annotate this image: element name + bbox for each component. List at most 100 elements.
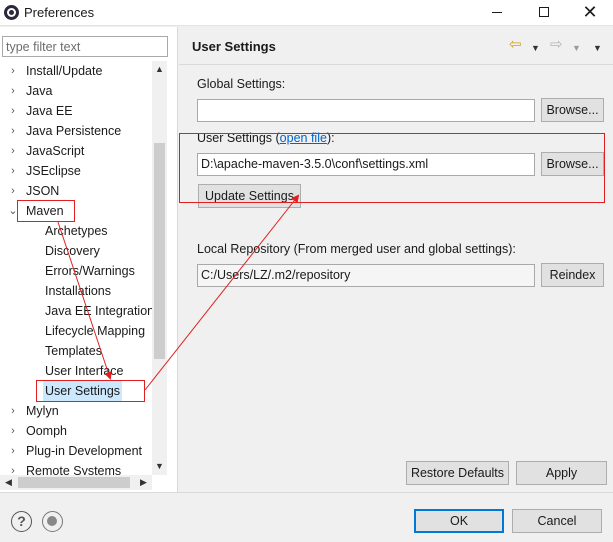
- tree-item-label: Installations: [45, 284, 112, 298]
- tree-item-label: JSON: [26, 184, 60, 198]
- user-settings-label-text: User Settings (: [197, 131, 280, 145]
- chevron-right-icon[interactable]: ›: [7, 141, 19, 161]
- restore-defaults-button[interactable]: Restore Defaults: [406, 461, 509, 485]
- tree-item[interactable]: › JavaScript: [0, 141, 152, 161]
- global-settings-field[interactable]: [197, 99, 535, 122]
- tree-item[interactable]: › Remote Systems: [0, 461, 152, 475]
- scroll-down-icon[interactable]: ▼: [152, 458, 167, 475]
- tree-item-label: Oomph: [26, 424, 67, 438]
- tree-item-label: Discovery: [45, 244, 100, 258]
- tree-item[interactable]: › Oomph: [0, 421, 152, 441]
- global-browse-button[interactable]: Browse...: [541, 98, 604, 122]
- tree-item[interactable]: User Interface: [0, 361, 152, 381]
- forward-dropdown-icon[interactable]: ▼: [572, 39, 581, 57]
- filter-input[interactable]: [2, 36, 168, 57]
- tree-item-label: Archetypes: [45, 224, 108, 238]
- tree-item-label: JSEclipse: [26, 164, 81, 178]
- tree-item-label: JavaScript: [26, 144, 85, 158]
- chevron-down-icon[interactable]: ⌄: [7, 201, 19, 221]
- user-settings-label-end: ):: [326, 131, 335, 145]
- tree-item-label: Java EE Integration: [45, 304, 152, 318]
- maximize-icon: [539, 7, 549, 17]
- tree-item-label: Errors/Warnings: [45, 264, 135, 278]
- tree-item[interactable]: Installations: [0, 281, 152, 301]
- local-repository-label: Local Repository (From merged user and g…: [197, 242, 516, 256]
- tree-item-label: User Settings: [43, 381, 123, 401]
- tree-item[interactable]: › Java: [0, 81, 152, 101]
- tree-item-label: Install/Update: [26, 64, 103, 78]
- chevron-right-icon[interactable]: ›: [7, 441, 19, 461]
- tree-item-label: User Interface: [45, 364, 124, 378]
- chevron-right-icon[interactable]: ›: [7, 421, 19, 441]
- tree-item[interactable]: ⌄ Maven: [0, 201, 152, 221]
- tree-item[interactable]: Discovery: [0, 241, 152, 261]
- tree-item-label: Templates: [45, 344, 102, 358]
- tree-item[interactable]: › JSEclipse: [0, 161, 152, 181]
- minimize-button[interactable]: [474, 0, 520, 26]
- horizontal-scroll-thumb[interactable]: [18, 477, 130, 488]
- tree-item[interactable]: Errors/Warnings: [0, 261, 152, 281]
- title-bar: Preferences ✕: [0, 0, 613, 26]
- tree-item[interactable]: › Plug-in Development: [0, 441, 152, 461]
- window-title: Preferences: [24, 5, 95, 20]
- tree-item-label: Mylyn: [26, 404, 59, 418]
- close-icon: ✕: [582, 2, 598, 22]
- scroll-left-icon[interactable]: ◀: [0, 475, 17, 490]
- tree-item[interactable]: Java EE Integration: [0, 301, 152, 321]
- tree-item[interactable]: Lifecycle Mapping: [0, 321, 152, 341]
- forward-arrow-icon[interactable]: ⇨: [550, 36, 563, 54]
- tree-item-label: Maven: [26, 204, 64, 218]
- page-title: User Settings: [192, 39, 276, 54]
- chevron-right-icon[interactable]: ›: [7, 461, 19, 475]
- tree-item[interactable]: Templates: [0, 341, 152, 361]
- record-macro-icon[interactable]: [42, 511, 63, 532]
- user-settings-field[interactable]: D:\apache-maven-3.5.0\conf\settings.xml: [197, 153, 535, 176]
- preferences-tree-pane: › Install/Update › Java › Java EE › Java Persis…: [0, 27, 178, 492]
- reindex-button[interactable]: Reindex: [541, 263, 604, 287]
- tree-item-label: Plug-in Development: [26, 444, 143, 458]
- vertical-scroll-thumb[interactable]: [154, 143, 165, 359]
- tree-item[interactable]: › Install/Update: [0, 61, 152, 81]
- eclipse-app-icon: [4, 5, 19, 20]
- update-settings-button[interactable]: Update Settings: [198, 184, 301, 208]
- tree-item-label: Java: [26, 84, 53, 98]
- close-button[interactable]: ✕: [567, 0, 613, 26]
- tree-vertical-scrollbar[interactable]: ▲ ▼: [152, 61, 167, 475]
- ok-button[interactable]: OK: [414, 509, 504, 533]
- tree-item[interactable]: › Java EE: [0, 101, 152, 121]
- tree-item-label: Java Persistence: [26, 124, 122, 138]
- tree-item-label: Lifecycle Mapping: [45, 324, 146, 338]
- tree-item-label: Java EE: [26, 104, 73, 118]
- tree-item[interactable]: User Settings: [0, 381, 152, 401]
- scroll-up-icon[interactable]: ▲: [152, 61, 167, 78]
- tree-item[interactable]: Archetypes: [0, 221, 152, 241]
- local-repository-field: C:/Users/LZ/.m2/repository: [197, 264, 535, 287]
- footer-separator: [0, 492, 613, 493]
- global-settings-label: Global Settings:: [197, 77, 286, 91]
- chevron-right-icon[interactable]: ›: [7, 161, 19, 181]
- view-menu-icon[interactable]: ▼: [593, 39, 602, 57]
- chevron-right-icon[interactable]: ›: [7, 81, 19, 101]
- minimize-icon: [492, 12, 502, 13]
- apply-button[interactable]: Apply: [516, 461, 607, 485]
- chevron-right-icon[interactable]: ›: [7, 101, 19, 121]
- tree-item[interactable]: › Mylyn: [0, 401, 152, 421]
- open-file-link[interactable]: open file: [280, 131, 327, 145]
- back-arrow-icon[interactable]: ⇦: [509, 36, 522, 54]
- preferences-tree: › Install/Update › Java › Java EE › Java Persis…: [0, 61, 152, 475]
- cancel-button[interactable]: Cancel: [512, 509, 602, 533]
- user-browse-button[interactable]: Browse...: [541, 152, 604, 176]
- user-settings-label: User Settings (open file):: [197, 131, 335, 145]
- page-header: User Settings ⇦ ▼ ⇨ ▼ ▼: [179, 27, 613, 65]
- tree-item[interactable]: › JSON: [0, 181, 152, 201]
- chevron-right-icon[interactable]: ›: [7, 121, 19, 141]
- tree-horizontal-scrollbar[interactable]: ◀ ▶: [0, 475, 152, 490]
- tree-item[interactable]: › Java Persistence: [0, 121, 152, 141]
- chevron-right-icon[interactable]: ›: [7, 181, 19, 201]
- help-icon[interactable]: ?: [11, 511, 32, 532]
- chevron-right-icon[interactable]: ›: [7, 61, 19, 81]
- chevron-right-icon[interactable]: ›: [7, 401, 19, 421]
- scroll-right-icon[interactable]: ▶: [135, 475, 152, 490]
- maximize-button[interactable]: [521, 0, 567, 26]
- back-dropdown-icon[interactable]: ▼: [531, 39, 540, 57]
